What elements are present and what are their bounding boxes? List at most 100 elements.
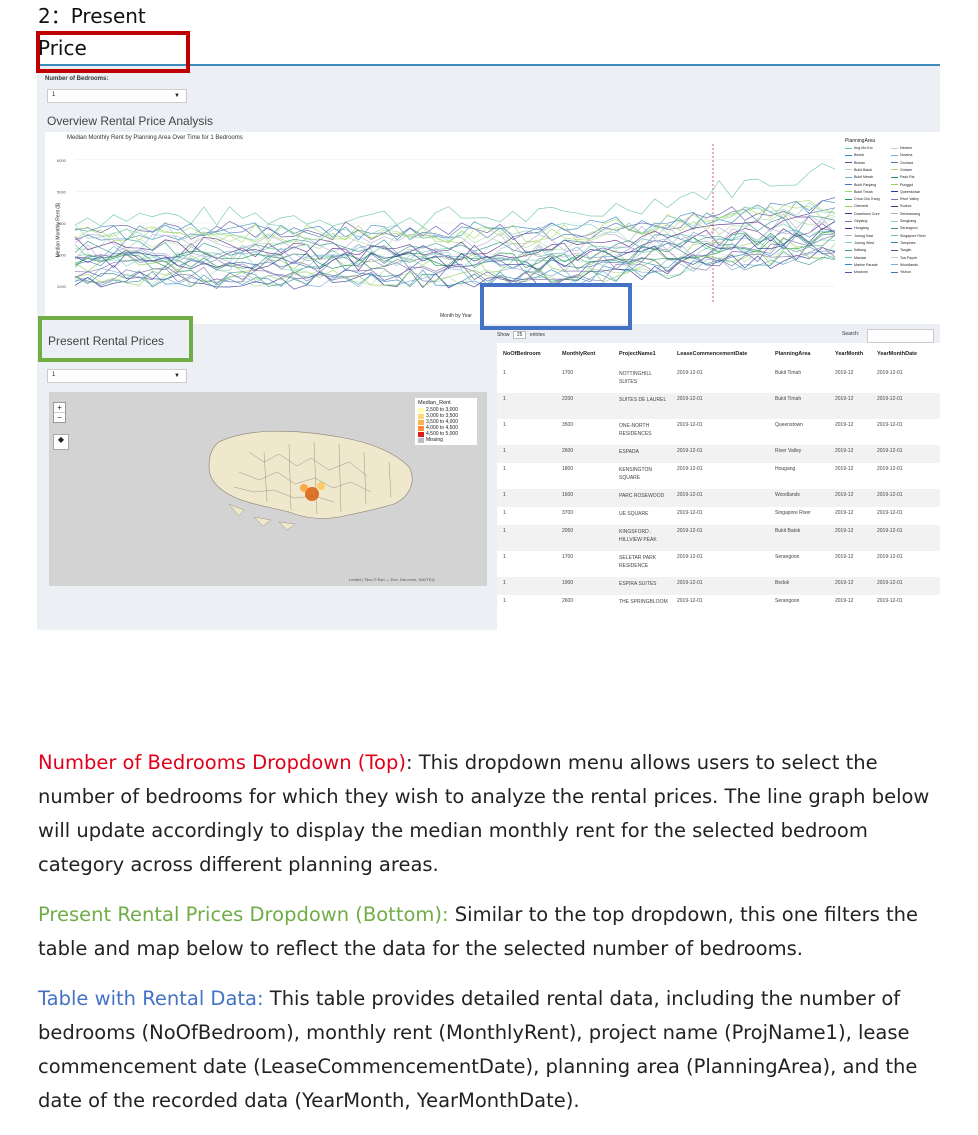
zoom-out-button[interactable]: −: [54, 412, 65, 422]
map-legend: Median_Rent 2,500 to 3,000 3,000 to 3,500…: [415, 398, 477, 445]
column-header[interactable]: LeaseCommencementDate: [677, 351, 747, 357]
bedroom-dropdown[interactable]: 1 ▼: [47, 89, 187, 103]
entries-select[interactable]: 25: [512, 331, 527, 339]
table-cell: 2019-12: [835, 492, 854, 498]
table-cell: 1: [503, 466, 506, 472]
legend-swatch: [891, 198, 898, 200]
legend-item: Serangoon: [891, 226, 918, 230]
table-row: 1 1900 ESPIRA SUITES 2019-12-01 Bedok 2019-12…: [497, 577, 940, 595]
legend-item: Punggol: [891, 183, 913, 187]
legend-swatch: [845, 264, 852, 266]
table-cell: 1: [503, 396, 506, 402]
legend-label: Bukit Timah: [854, 189, 873, 194]
legend-item: Marine Parade: [845, 263, 878, 267]
legend-swatch: [891, 176, 898, 178]
table-row: 1 1700 NOTTINGHILL SUITES 2019-12-01 Bukit T…: [497, 367, 940, 393]
legend-item: Geylang: [845, 219, 867, 223]
table-cell: Singapore River: [775, 510, 811, 516]
legend-swatch: [845, 198, 852, 200]
table-cell: 2019-12-01: [677, 580, 703, 586]
legend-label: Bukit Merah: [854, 175, 874, 180]
legend-swatch: [891, 169, 898, 171]
table-cell: UE SQUARE: [619, 511, 649, 517]
legend-label: Yishun: [900, 270, 911, 275]
layers-icon[interactable]: ◆: [53, 434, 69, 450]
legend-label: Ang Mo Kio: [854, 146, 873, 150]
legend-item: Outram: [891, 168, 912, 172]
table-cell: Woodlands: [775, 492, 800, 498]
table-row: 1 2600 THE SPRINGBLOOM 2019-12-01 Serangoon 2…: [497, 595, 940, 619]
series-line: [74, 200, 836, 241]
table-cell: Hougang: [775, 466, 796, 472]
table-cell: NOTTINGHILL SUITES: [619, 371, 652, 385]
table-cell: 2019-12-01: [677, 554, 703, 560]
legend-label: Bishan: [854, 160, 865, 165]
legend-label: Jurong East: [854, 233, 874, 238]
table-cell: Bukit Timah: [775, 370, 802, 376]
series-line: [74, 221, 836, 263]
table-cell: PARC ROSEWOOD: [619, 493, 665, 499]
table-cell: 2019-12: [835, 528, 854, 534]
column-header[interactable]: ProjectName1: [619, 351, 656, 357]
legend-item: Clementi: [845, 204, 868, 208]
legend-swatch: [845, 227, 852, 229]
legend-swatch: [845, 271, 852, 273]
table-cell: Bukit Timah: [775, 396, 802, 402]
table-cell: 2019-12-01: [677, 528, 703, 534]
map-attribution[interactable]: Leaflet | Tiles © Esri — Esri, DeLorme, …: [349, 577, 435, 582]
zoom-in-button[interactable]: +: [54, 403, 65, 412]
legend-item: Tampines: [891, 241, 915, 245]
legend-label: Tampines: [900, 240, 916, 245]
legend-swatch: [891, 271, 898, 273]
legend-label: Bukit Batok: [854, 167, 873, 172]
legend-item: Bishan: [845, 161, 865, 165]
legend-item: Orchard: [891, 161, 913, 165]
legend-item: Bukit Batok: [845, 168, 872, 172]
legend-item: Bukit Panjang: [845, 183, 876, 187]
series-line: [74, 200, 836, 241]
table-cell: KENSINGTON SQUARE: [619, 467, 652, 481]
legend-label: Geylang: [854, 219, 868, 223]
description-paragraph-2: Present Rental Prices Dropdown (Bottom):…: [38, 898, 938, 966]
legend-item: Hougang: [845, 226, 869, 230]
legend-swatch: [845, 176, 852, 178]
legend-label: Sengkang: [900, 219, 917, 223]
x-axis-label: Month by Year: [440, 313, 472, 319]
column-header[interactable]: PlanningArea: [775, 351, 810, 357]
column-header[interactable]: NoOfBedroom: [503, 351, 541, 357]
legend-label: Singapore River: [900, 233, 926, 238]
legend-item: River Valley: [891, 197, 919, 201]
y-tick-label: 2000: [57, 284, 67, 289]
legend-label: Marine Parade: [854, 262, 878, 267]
search-input[interactable]: [867, 329, 934, 343]
legend-swatch: [891, 213, 898, 215]
column-header[interactable]: YearMonthDate: [877, 351, 917, 357]
map-legend-label: Missing: [426, 437, 443, 443]
legend-label: Bukit Panjang: [854, 182, 877, 187]
present-bedroom-dropdown[interactable]: 1 ▼: [47, 369, 187, 383]
table-cell: Serangoon: [775, 554, 800, 560]
table-cell: 2019-12: [835, 396, 854, 402]
table-cell: 1: [503, 492, 506, 498]
table-cell: 2019-12-01: [677, 466, 703, 472]
legend-label: Novena: [900, 153, 913, 158]
legend-label: Orchard: [900, 160, 913, 165]
table-cell: 1: [503, 554, 506, 560]
bedroom-value: 1: [52, 92, 56, 98]
legend-swatch: [891, 191, 898, 193]
table-cell: 2019-12: [835, 448, 854, 454]
table-cell: ONE-NORTH RESIDENCES: [619, 423, 652, 437]
map-legend-item: Missing: [418, 437, 474, 443]
caret-down-icon: ▼: [174, 373, 180, 379]
map-legend-title: Median_Rent: [418, 400, 451, 406]
legend-swatch: [891, 264, 898, 266]
table-cell: ESPIRA SUITES: [619, 581, 657, 587]
y-axis-label: Median Monthly Rent ($): [55, 202, 62, 258]
singapore-map[interactable]: + − ◆ Median_Rent 2,500 to 3,000 3,000 to…: [49, 392, 487, 586]
legend-item: Yishun: [891, 270, 911, 274]
table-cell: 2019-12-01: [877, 422, 903, 428]
table-cell: 1600: [562, 492, 574, 498]
column-header[interactable]: YearMonth: [835, 351, 863, 357]
column-header[interactable]: MonthlyRent: [562, 351, 595, 357]
legend-item: Choa Chu Kang: [845, 197, 880, 201]
